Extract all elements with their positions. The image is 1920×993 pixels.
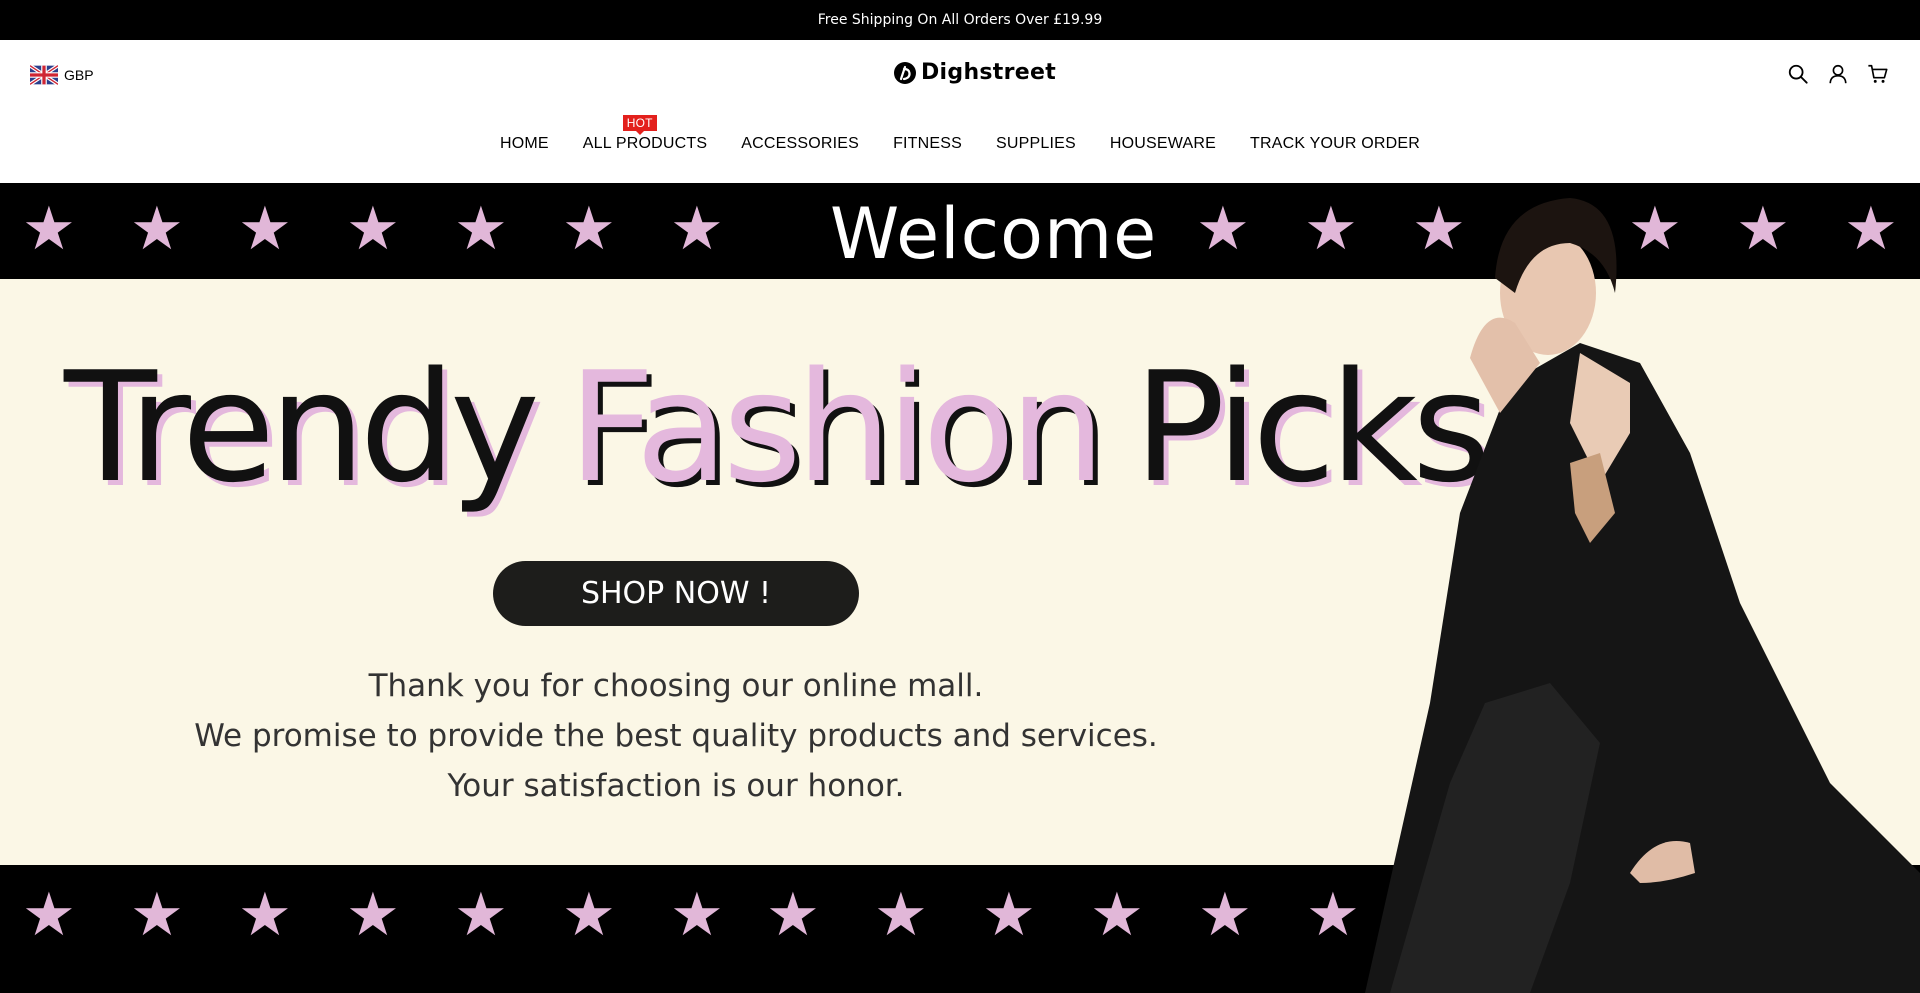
nav-item-home[interactable]: HOME bbox=[500, 135, 549, 153]
star-icon: ★ bbox=[1196, 194, 1250, 264]
currency-selector[interactable]: GBP bbox=[30, 65, 94, 85]
star-icon: ★ bbox=[22, 880, 76, 950]
announcement-bar: ​Free Shipping On All Orders Over £19.99… bbox=[0, 0, 1920, 40]
star-icon: ★ bbox=[346, 880, 400, 950]
star-icon: ★ bbox=[562, 880, 616, 950]
currency-code: GBP bbox=[64, 67, 94, 83]
thank-you-line-3: Your satisfaction is our honor. bbox=[447, 768, 905, 804]
headline-word-1: Trendy bbox=[64, 339, 540, 516]
star-icon: ★ bbox=[1198, 880, 1252, 950]
nav-item-label: ALL PRODUCTS bbox=[582, 135, 708, 152]
cart-button[interactable] bbox=[1866, 62, 1890, 86]
cart-icon bbox=[1868, 64, 1888, 83]
star-icon: ★ bbox=[22, 194, 76, 264]
site-logo[interactable]: Dighstreet bbox=[893, 60, 1056, 85]
nav-item-track-order[interactable]: TRACK YOUR ORDER bbox=[1250, 135, 1420, 153]
nav-item-label: HOUSEWARE bbox=[1109, 135, 1216, 152]
announcement-text: ​Free Shipping On All Orders Over £19.99… bbox=[817, 12, 1103, 28]
nav-item-label: TRACK YOUR ORDER bbox=[1250, 135, 1421, 152]
hot-badge: HOT bbox=[622, 115, 657, 135]
header-icons bbox=[1786, 62, 1890, 86]
nav-item-accessories[interactable]: ACCESSORIES bbox=[741, 135, 859, 153]
star-icon: ★ bbox=[1090, 880, 1144, 950]
thank-you-message: Thank you for choosing our online mall. … bbox=[175, 661, 1177, 811]
account-icon bbox=[1829, 64, 1847, 84]
nav-item-label: ACCESSORIES bbox=[741, 135, 860, 152]
main-navigation: HOME HOT ALL PRODUCTS ACCESSORIES FITNES… bbox=[0, 115, 1920, 153]
dighstreet-logo-mark-icon bbox=[894, 61, 916, 84]
nav-item-label: HOME bbox=[499, 135, 549, 152]
star-icon: ★ bbox=[874, 880, 928, 950]
star-icon: ★ bbox=[238, 194, 292, 264]
star-icon: ★ bbox=[670, 880, 724, 950]
fashion-model-image bbox=[1365, 198, 1920, 993]
site-header: GBP Dighstreet HOME HOT ALL PRODUCTS ACC… bbox=[0, 40, 1920, 183]
shop-now-button[interactable]: SHOP NOW ! bbox=[493, 561, 859, 626]
nav-item-fitness[interactable]: FITNESS bbox=[893, 135, 962, 153]
thank-you-line-2: We promise to provide the best quality p… bbox=[194, 718, 1158, 754]
united-kingdom-flag-icon bbox=[30, 65, 58, 85]
star-icon: ★ bbox=[454, 194, 508, 264]
search-icon bbox=[1788, 64, 1808, 84]
nav-item-houseware[interactable]: HOUSEWARE bbox=[1110, 135, 1216, 153]
star-icon: ★ bbox=[766, 880, 820, 950]
nav-item-label: SUPPLIES bbox=[996, 135, 1076, 152]
welcome-heading: Welcome bbox=[830, 193, 1158, 275]
star-icon: ★ bbox=[346, 194, 400, 264]
star-icon: ★ bbox=[454, 880, 508, 950]
nav-item-supplies[interactable]: SUPPLIES bbox=[996, 135, 1076, 153]
star-icon: ★ bbox=[982, 880, 1036, 950]
hero-banner[interactable]: ★★★★★★★★★★★★★★★★★★★★★★★★★★★ Welcome Tren… bbox=[0, 183, 1920, 993]
account-button[interactable] bbox=[1826, 62, 1850, 86]
thank-you-line-1: Thank you for choosing our online mall. bbox=[368, 668, 984, 704]
star-icon: ★ bbox=[562, 194, 616, 264]
logo-text: Dighstreet bbox=[921, 60, 1057, 85]
star-icon: ★ bbox=[238, 880, 292, 950]
nav-item-all-products[interactable]: HOT ALL PRODUCTS bbox=[582, 115, 708, 153]
star-icon: ★ bbox=[130, 880, 184, 950]
star-icon: ★ bbox=[130, 194, 184, 264]
star-icon: ★ bbox=[670, 194, 724, 264]
nav-item-label: FITNESS bbox=[893, 135, 963, 152]
search-button[interactable] bbox=[1786, 62, 1810, 86]
headline-word-2: Fashion bbox=[567, 339, 1106, 516]
